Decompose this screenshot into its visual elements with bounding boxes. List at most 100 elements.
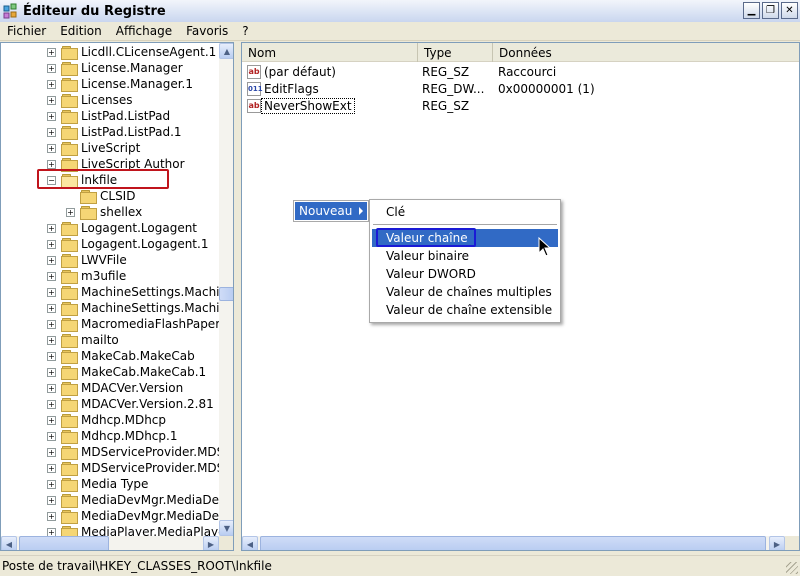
scroll-left-button[interactable]: ◀ [1,536,17,550]
tree-item[interactable]: + MDACVer.Version.2.81 [47,396,214,412]
tree-item[interactable]: + MacromediaFlashPaper.Ma [47,316,233,332]
tree-item[interactable]: + Licdll.CLicenseAgent.1 [47,44,216,60]
arrow-left-icon: ◀ [246,539,254,549]
expand-icon[interactable]: + [47,63,56,73]
menu-item-valeur-binaire[interactable]: Valeur binaire [372,247,558,265]
tree-item[interactable]: + ListPad.ListPad [47,108,170,124]
context-menu: Nouveau [293,200,369,222]
expand-icon[interactable]: + [47,255,56,265]
expand-icon[interactable]: + [47,415,56,425]
tree-item[interactable]: + Logagent.Logagent [47,220,197,236]
tree-vertical-scroll-thumb[interactable] [219,287,233,301]
expand-icon[interactable]: + [47,351,56,361]
expand-icon[interactable]: + [47,303,56,313]
menu-item-cle[interactable]: Clé [372,203,558,221]
tree-item[interactable]: + MDACVer.Version [47,380,183,396]
tree-item[interactable]: + MDServiceProvider.MDSe [47,444,232,460]
column-header-type[interactable]: Type [418,43,493,62]
expand-icon[interactable]: + [47,479,56,489]
expand-icon[interactable]: + [47,447,56,457]
tree-item[interactable]: + LWVFile [47,252,127,268]
expand-icon[interactable]: + [47,367,56,377]
tree-item[interactable]: + Media Type [47,476,148,492]
expand-icon[interactable]: + [47,223,56,233]
highlight-box-lnkfile [37,169,169,189]
tree-horizontal-scroll-thumb[interactable] [19,536,109,550]
expand-icon[interactable]: + [47,95,56,105]
scroll-right-button[interactable]: ▶ [769,536,785,550]
menu-item-valeur-chaine-extensible[interactable]: Valeur de chaîne extensible [372,301,558,319]
list-row[interactable]: ab (par défaut) REG_SZ Raccourci [242,64,799,81]
column-header-name[interactable]: Nom [242,43,418,62]
tree-item[interactable]: + m3ufile [47,268,126,284]
list-row[interactable]: 011 EditFlags REG_DW... 0x00000001 (1) [242,81,799,98]
tree-item[interactable]: + MDServiceProvider.MDSe [47,460,232,476]
expand-icon[interactable]: + [47,239,56,249]
column-header-data[interactable]: Données [493,43,799,62]
expand-icon[interactable]: + [47,287,56,297]
scroll-up-button[interactable]: ▲ [219,43,233,59]
expand-icon[interactable]: + [47,511,56,521]
tree-item[interactable]: + Mdhcp.MDhcp [47,412,166,428]
menu-item-valeur-chaines-multiples[interactable]: Valeur de chaînes multiples [372,283,558,301]
menu-edition[interactable]: Edition [53,24,109,38]
maximize-button[interactable]: ❐ [762,2,779,19]
expand-icon[interactable]: + [47,271,56,281]
tree-item[interactable]: + License.Manager [47,60,183,76]
list-horizontal-scroll-thumb[interactable] [260,536,766,550]
menu-help[interactable]: ? [235,24,255,38]
tree-item[interactable]: + LiveScript [47,140,140,156]
menu-fichier[interactable]: Fichier [0,24,53,38]
menu-item-nouveau[interactable]: Nouveau [295,202,367,220]
scroll-left-button[interactable]: ◀ [242,536,258,550]
tree-item[interactable]: + Licenses [47,92,133,108]
tree-item[interactable]: + MediaDevMgr.MediaDevM [47,508,233,524]
expand-icon[interactable]: + [47,319,56,329]
expand-icon[interactable]: + [47,431,56,441]
tree-item-label: mailto [81,333,119,347]
expand-icon[interactable]: + [47,383,56,393]
expand-icon[interactable]: + [47,111,56,121]
expand-icon[interactable]: + [47,399,56,409]
expand-icon[interactable]: + [47,47,56,57]
tree-item[interactable]: + MakeCab.MakeCab.1 [47,364,206,380]
string-value-icon: ab [247,65,261,79]
tree-item[interactable]: + MachineSettings.Machine [47,300,233,316]
tree-horizontal-scrollbar[interactable]: ◀ ▶ [1,536,219,550]
list-horizontal-scrollbar[interactable]: ◀ ▶ [242,536,785,550]
tree-item[interactable]: + License.Manager.1 [47,76,193,92]
resize-grip-icon[interactable] [786,562,798,574]
pane-splitter[interactable] [234,42,241,551]
tree-item[interactable]: + MachineSettings.Machine [47,284,233,300]
tree-item[interactable]: + Logagent.Logagent.1 [47,236,208,252]
tree-item[interactable]: + ListPad.ListPad.1 [47,124,182,140]
tree-item[interactable]: + MediaDevMgr.MediaDevM [47,492,233,508]
menu-affichage[interactable]: Affichage [109,24,179,38]
tree-item[interactable]: + mailto [47,332,119,348]
expand-icon[interactable]: + [66,207,75,217]
tree-item[interactable]: CLSID [66,188,135,204]
scroll-right-button[interactable]: ▶ [203,536,219,550]
close-button[interactable]: ✕ [781,2,798,19]
menu-item-valeur-dword[interactable]: Valeur DWORD [372,265,558,283]
folder-icon [61,109,78,124]
tree-item[interactable]: + Mdhcp.MDhcp.1 [47,428,177,444]
tree-item[interactable]: + shellex [66,204,142,220]
menu-favoris[interactable]: Favoris [179,24,235,38]
key-tree-pane[interactable]: + Licdll.CLicenseAgent.1 + License.Manager +… [0,42,234,551]
minimize-button[interactable]: ▁ [743,2,760,19]
scroll-down-button[interactable]: ▼ [219,520,233,536]
expand-icon[interactable]: + [47,127,56,137]
expand-icon[interactable]: + [47,463,56,473]
tree-item[interactable]: + MakeCab.MakeCab [47,348,195,364]
expand-icon[interactable]: + [47,335,56,345]
submenu-arrow-icon [359,207,363,215]
expand-icon[interactable]: + [47,495,56,505]
tree-item-label: LiveScript [81,141,141,155]
tree-item-label: CLSID [100,189,136,203]
expand-icon[interactable]: + [47,79,56,89]
expand-icon[interactable]: + [47,143,56,153]
list-row[interactable]: ab NeverShowExt REG_SZ [242,98,799,115]
tree-vertical-scrollbar[interactable]: ▲ ▼ [219,43,233,536]
expand-icon[interactable]: + [47,159,56,169]
